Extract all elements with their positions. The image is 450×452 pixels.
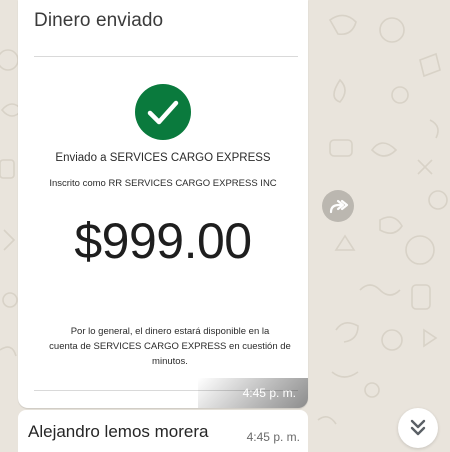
forward-button[interactable] [322, 190, 354, 222]
title-divider [34, 56, 298, 57]
double-chevron-down-icon [410, 419, 426, 436]
note-line-2: cuenta de SERVICES CARGO EXPRESS en cues… [49, 341, 291, 352]
caption-text: Alejandro lemos morera [28, 422, 209, 441]
receipt-title: Dinero enviado [34, 10, 164, 31]
forward-icon [329, 199, 349, 214]
registered-as-line: Inscrito como RR SERVICES CARGO EXPRESS … [49, 178, 277, 189]
availability-note: Por lo general, el dinero estará disponi… [46, 324, 294, 369]
caption-message-bubble[interactable]: Alejandro lemos morera 4:45 p. m. [18, 410, 308, 452]
amount-sent: $999.00 [74, 213, 252, 269]
payment-receipt-bubble[interactable]: Dinero enviado Enviado a SERVICES CARGO … [18, 0, 308, 408]
scroll-to-bottom-button[interactable] [398, 408, 438, 448]
note-line-3: minutos. [152, 356, 188, 367]
recipient-line: Enviado a SERVICES CARGO EXPRESS [55, 152, 271, 164]
caption-timestamp: 4:45 p. m. [246, 430, 300, 444]
note-line-1: Por lo general, el dinero estará disponi… [70, 326, 270, 337]
image-timestamp: 4:45 p. m. [242, 386, 296, 400]
check-circle-icon [135, 84, 191, 140]
